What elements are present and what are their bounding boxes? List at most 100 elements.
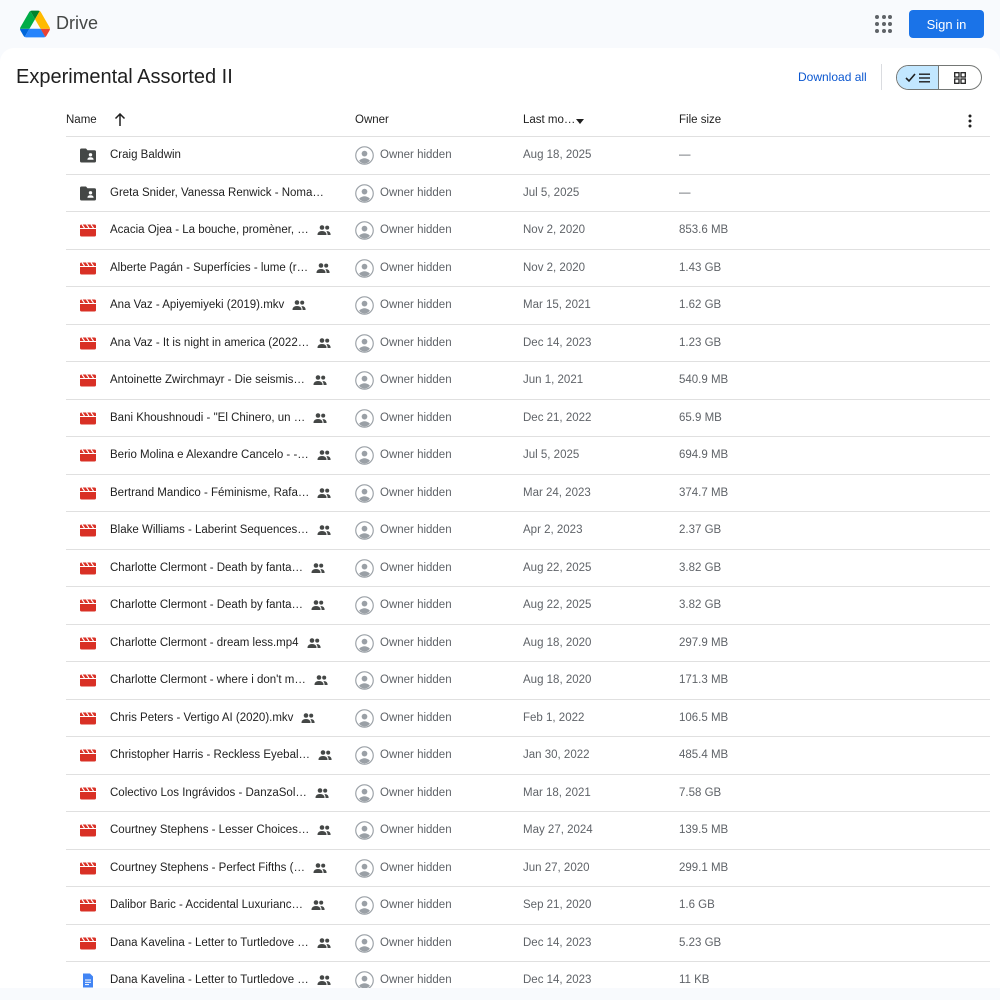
owner-avatar-icon <box>355 933 374 953</box>
last-modified: Dec 14, 2023 <box>523 974 592 986</box>
owner-label: Owner hidden <box>380 261 452 274</box>
shared-people-icon <box>311 899 325 911</box>
file-name: Colectivo Los Ingrávidos - DanzaSol… <box>110 786 307 799</box>
last-modified: Aug 18, 2020 <box>523 674 592 686</box>
file-name: Bani Khoushnoudi - "El Chinero, un … <box>110 411 306 424</box>
file-row[interactable]: Dalibor Baric - Accidental Luxurianc… Own… <box>66 887 990 925</box>
file-size: 299.1 MB <box>679 861 729 874</box>
column-header-name[interactable]: Name <box>66 114 97 126</box>
grid-view-button[interactable] <box>939 66 981 89</box>
list-view-button[interactable] <box>897 66 940 89</box>
file-size: 1.43 GB <box>679 261 722 274</box>
last-modified: Aug 22, 2025 <box>523 599 592 611</box>
owner-label: Owner hidden <box>380 599 452 611</box>
file-name: Dana Kavelina - Letter to Turtledove … <box>110 936 309 949</box>
file-name: Dana Kavelina - Letter to Turtledove … <box>110 974 309 986</box>
owner-avatar-icon <box>355 408 374 428</box>
video-file-icon <box>80 674 96 687</box>
video-file-icon <box>80 224 96 237</box>
sign-in-button[interactable]: Sign in <box>909 10 984 38</box>
owner-label: Owner hidden <box>380 899 452 911</box>
file-name: Ana Vaz - It is night in america (2022… <box>110 336 310 349</box>
owner-avatar-icon <box>355 708 374 728</box>
file-row[interactable]: Charlotte Clermont - where i don't m… Own… <box>66 662 990 700</box>
file-row[interactable]: Greta Snider, Vanessa Renwick - Noma… Own… <box>66 175 990 212</box>
last-modified: Jul 5, 2025 <box>523 449 580 461</box>
shared-people-icon <box>317 974 331 986</box>
owner-label: Owner hidden <box>380 524 452 536</box>
owner-avatar-icon <box>355 858 374 878</box>
shared-folder-icon <box>80 148 96 163</box>
file-row[interactable]: Courtney Stephens - Lesser Choices… Owner… <box>66 812 990 850</box>
owner-avatar-icon <box>355 783 374 803</box>
last-modified: Jan 30, 2022 <box>523 749 590 761</box>
last-modified: Jun 1, 2021 <box>523 374 584 386</box>
caret-down-icon[interactable] <box>576 119 584 124</box>
file-row[interactable]: Dana Kavelina - Letter to Turtledove … Ow… <box>66 925 990 962</box>
file-name: Greta Snider, Vanessa Renwick - Noma… <box>110 186 324 199</box>
last-modified: Nov 2, 2020 <box>523 224 586 236</box>
file-row[interactable]: Acacia Ojea - La bouche, promèner, … Owne… <box>66 212 990 250</box>
file-size: 5.23 GB <box>679 936 722 949</box>
page-title: Experimental Assorted II <box>16 66 233 88</box>
apps-grid-icon[interactable] <box>872 12 896 36</box>
file-name: Bertrand Mandico - Féminisme, Rafa… <box>110 486 310 499</box>
shared-people-icon <box>317 487 331 499</box>
last-modified: Mar 18, 2021 <box>523 786 591 799</box>
owner-label: Owner hidden <box>380 824 452 836</box>
google-drive-logo-icon[interactable] <box>20 10 50 38</box>
last-modified: Aug 18, 2020 <box>523 636 592 649</box>
shared-people-icon <box>317 449 331 461</box>
file-size: 540.9 MB <box>679 374 729 386</box>
app-name: Drive <box>56 13 99 33</box>
file-row[interactable]: Craig Baldwin Owner hidden Aug 18, 2025 — <box>66 137 990 175</box>
file-row[interactable]: Alberte Pagán - Superfícies - lume (r… Ow… <box>66 250 990 287</box>
shared-people-icon <box>317 524 331 536</box>
file-row[interactable]: Chris Peters - Vertigo AI (2020).mkv Owne… <box>66 700 990 737</box>
sort-arrow-up-icon[interactable] <box>114 113 126 127</box>
file-size: 65.9 MB <box>679 411 722 424</box>
shared-folder-icon <box>80 186 96 200</box>
file-name: Courtney Stephens - Lesser Choices… <box>110 824 310 836</box>
file-row[interactable]: Christopher Harris - Reckless Eyebal… Own… <box>66 737 990 775</box>
owner-avatar-icon <box>355 483 374 503</box>
owner-avatar-icon <box>355 971 374 988</box>
video-file-icon <box>80 899 96 912</box>
file-row[interactable]: Blake Williams - Laberint Sequences… Owne… <box>66 512 990 550</box>
owner-label: Owner hidden <box>380 749 452 761</box>
shared-people-icon <box>313 862 327 874</box>
file-row[interactable]: Berio Molina e Alexandre Cancelo - -… Own… <box>66 437 990 475</box>
file-row[interactable]: Antoinette Zwirchmayr - Die seismis… Owne… <box>66 362 990 400</box>
shared-people-icon <box>317 224 331 236</box>
video-file-icon <box>80 749 96 762</box>
download-all-link[interactable]: Download all <box>798 70 867 84</box>
file-row[interactable]: Bertrand Mandico - Féminisme, Rafa… Owner… <box>66 475 990 512</box>
more-vert-icon[interactable] <box>962 112 978 130</box>
file-row[interactable]: Dana Kavelina - Letter to Turtledove … Ow… <box>66 962 990 988</box>
shared-people-icon <box>317 824 331 836</box>
file-row[interactable]: Colectivo Los Ingrávidos - DanzaSol… Owne… <box>66 775 990 812</box>
owner-label: Owner hidden <box>380 336 452 349</box>
file-row[interactable]: Charlotte Clermont - Death by fanta… Owne… <box>66 587 990 625</box>
shared-people-icon <box>315 787 329 799</box>
shared-people-icon <box>317 937 331 949</box>
file-size: 3.82 GB <box>679 599 722 611</box>
file-row[interactable]: Bani Khoushnoudi - "El Chinero, un … Owne… <box>66 400 990 437</box>
last-modified: Mar 24, 2023 <box>523 486 591 499</box>
file-row[interactable]: Courtney Stephens - Perfect Fifths (… Own… <box>66 850 990 887</box>
owner-label: Owner hidden <box>380 674 452 686</box>
owner-avatar-icon <box>355 221 374 240</box>
last-modified: Mar 15, 2021 <box>523 299 591 311</box>
file-row[interactable]: Ana Vaz - Apiyemiyeki (2019).mkv Owner hi… <box>66 287 990 325</box>
video-file-icon <box>80 936 96 949</box>
last-modified: May 27, 2024 <box>523 824 593 836</box>
file-size: 853.6 MB <box>679 224 729 236</box>
file-row[interactable]: Charlotte Clermont - Death by fanta… Owne… <box>66 550 990 587</box>
shared-people-icon <box>307 637 321 649</box>
file-row[interactable]: Ana Vaz - It is night in america (2022… O… <box>66 325 990 362</box>
file-row[interactable]: Charlotte Clermont - dream less.mp4 Owner… <box>66 625 990 662</box>
video-file-icon <box>80 261 96 274</box>
column-header-last-modified[interactable]: Last mo… <box>523 114 575 126</box>
file-name: Alberte Pagán - Superfícies - lume (r… <box>110 261 309 274</box>
video-file-icon <box>80 411 96 424</box>
